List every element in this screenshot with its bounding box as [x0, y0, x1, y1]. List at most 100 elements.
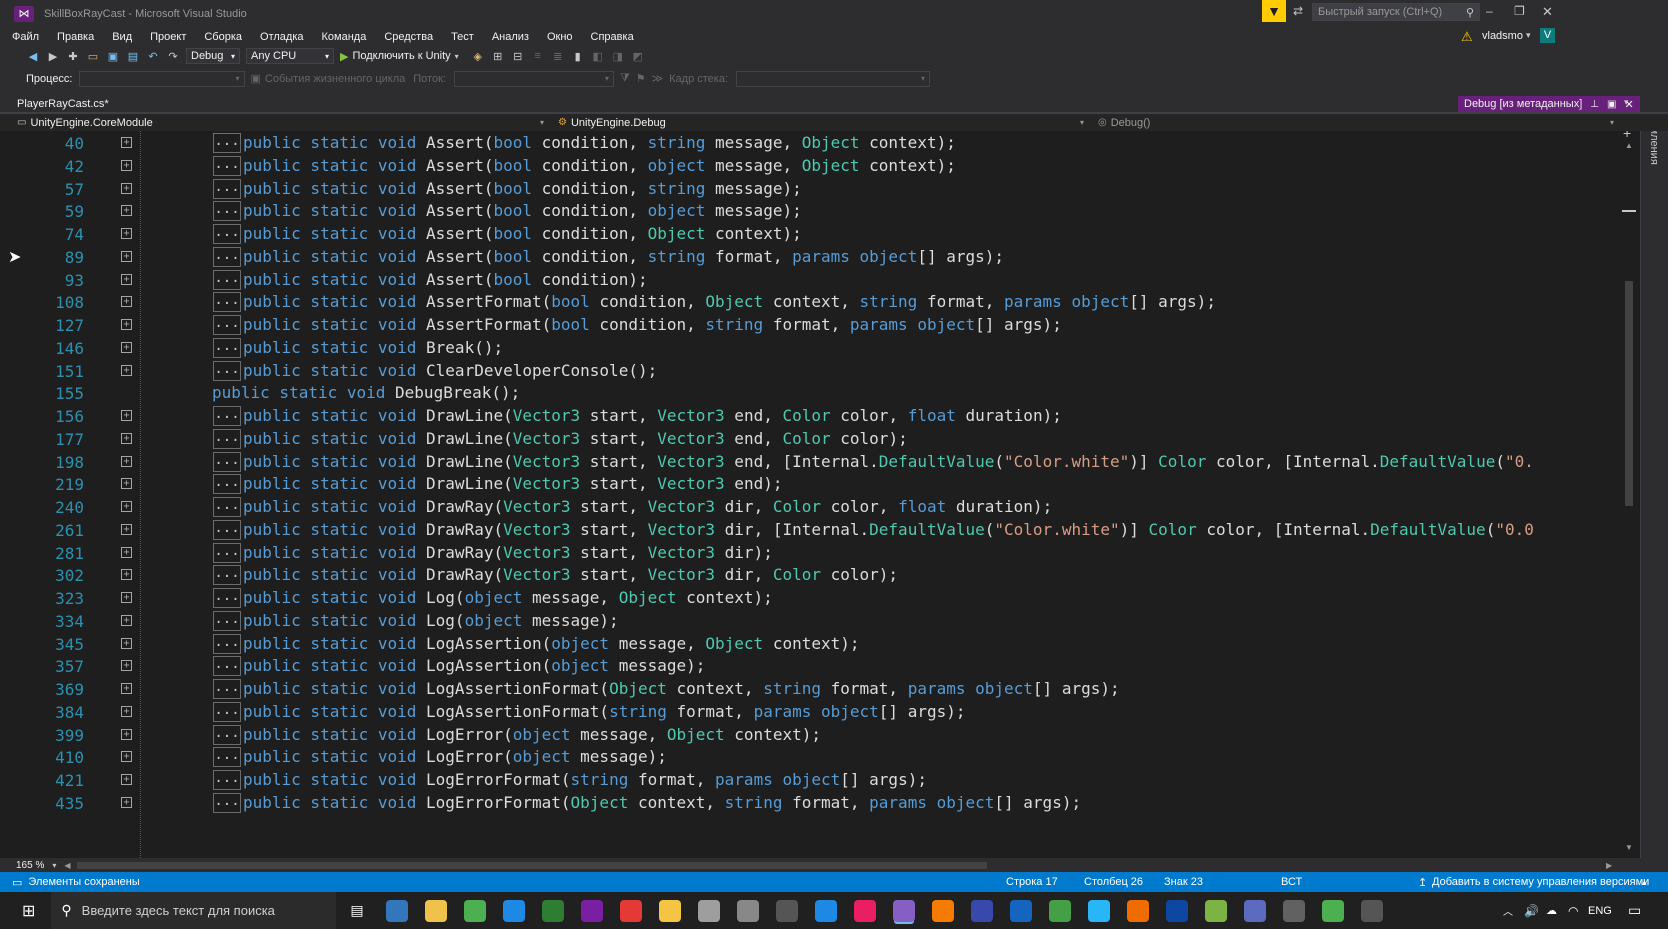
code-line[interactable]: 384 +... public static void LogAssertionFo… [0, 701, 1620, 724]
skype-icon[interactable] [815, 899, 838, 922]
chevron-down-icon[interactable]: ▾ [455, 52, 459, 61]
code-line[interactable]: 323 +... public static void Log(object mes… [0, 587, 1620, 610]
code-line[interactable]: 421 +... public static void LogErrorFormat… [0, 769, 1620, 792]
expand-icon[interactable]: + [121, 774, 132, 785]
collapsed-block-indicator[interactable]: ... [213, 747, 241, 768]
close-button[interactable]: ✕ [1542, 4, 1553, 20]
expand-icon[interactable]: + [121, 478, 132, 490]
expand-icon[interactable]: + [121, 592, 132, 603]
code-line[interactable]: 40 +... public static void Assert(bool con… [0, 132, 1620, 155]
back-icon[interactable]: ◀ [26, 48, 40, 64]
user-name[interactable]: vladsmo [1482, 30, 1523, 42]
expand-icon[interactable]: + [121, 228, 132, 239]
collapsed-block-indicator[interactable]: ... [213, 565, 241, 586]
expand-icon[interactable]: + [121, 182, 132, 194]
platform-select[interactable]: Any CPU ▾ [246, 48, 334, 64]
code-line[interactable]: 399 +... public static void LogError(objec… [0, 724, 1620, 747]
collapsed-block-indicator[interactable]: ... [213, 701, 241, 722]
code-line[interactable]: 74 +... public static void Assert(bool con… [0, 223, 1620, 246]
expand-icon[interactable]: + [121, 410, 132, 421]
menu-tools[interactable]: Средства [384, 31, 433, 43]
vertical-scrollbar[interactable]: + ▲ ▼ [1620, 131, 1638, 858]
expand-callstack-icon[interactable]: ≫ [652, 72, 664, 85]
menu-window[interactable]: Окно [547, 31, 573, 43]
expand-icon[interactable]: + [121, 637, 132, 649]
expand-icon[interactable]: + [121, 159, 132, 171]
lifecycle-events-icon[interactable]: ▣ [251, 72, 261, 85]
code-line[interactable]: 108 +... public static void AssertFormat(b… [0, 291, 1620, 314]
code-line[interactable]: 357 +... public static void LogAssertion(o… [0, 655, 1620, 678]
menu-view[interactable]: Вид [112, 31, 132, 43]
collapsed-block-indicator[interactable]: ... [213, 656, 241, 677]
maps-icon[interactable] [503, 899, 526, 922]
restore-button[interactable]: ❐ [1514, 4, 1525, 18]
save-all-icon[interactable]: ▤ [126, 48, 140, 64]
code-line[interactable]: 302 +... public static void DrawRay(Vector… [0, 564, 1620, 587]
undo-icon[interactable]: ↶ [146, 48, 160, 64]
expand-icon[interactable]: + [121, 614, 132, 626]
tab-player-raycast[interactable]: PlayerRayCast.cs* [17, 98, 109, 110]
expand-icon[interactable]: + [121, 137, 132, 148]
expand-icon[interactable]: + [121, 319, 132, 330]
code-line[interactable]: 281 +... public static void DrawRay(Vector… [0, 542, 1620, 565]
telegram-icon[interactable] [1088, 899, 1111, 922]
code-line[interactable]: 127 +... public static void AssertFormat(b… [0, 314, 1620, 337]
filter-icon[interactable]: ▼ [1262, 0, 1286, 22]
collapsed-block-indicator[interactable]: ... [213, 269, 241, 290]
collapsed-block-indicator[interactable]: ... [213, 201, 241, 222]
expand-icon[interactable]: + [121, 569, 132, 581]
notifications-panel[interactable]: Уведомления [1640, 131, 1668, 858]
collapsed-block-indicator[interactable]: ... [213, 178, 241, 199]
chrome-icon[interactable] [464, 899, 487, 922]
scroll-down-icon[interactable]: ▼ [1625, 843, 1633, 852]
save-icon[interactable]: ▣ [106, 48, 120, 64]
filter-threads-icon[interactable]: ⧩ [620, 72, 630, 85]
collapsed-block-indicator[interactable]: ... [213, 451, 241, 472]
onedrive-icon[interactable]: ☁ [1546, 904, 1557, 917]
volume-icon[interactable]: 🔊 [1524, 904, 1539, 918]
attach-unity-button[interactable]: Подключить к Unity [352, 50, 450, 62]
minimize-button[interactable]: – [1486, 4, 1493, 18]
whatsapp-icon[interactable] [1049, 899, 1072, 922]
horizontal-scrollbar-thumb[interactable] [76, 861, 987, 869]
explorer-icon[interactable] [425, 899, 448, 922]
excel-like-icon[interactable] [542, 899, 565, 922]
code-line[interactable]: 177 +... public static void DrawLine(Vecto… [0, 428, 1620, 451]
scrollbar-thumb[interactable] [1625, 281, 1633, 506]
new-project-icon[interactable]: ✚ [66, 48, 80, 64]
sublime-icon[interactable] [932, 899, 955, 922]
collapsed-block-indicator[interactable]: ... [213, 474, 241, 495]
collapsed-block-indicator[interactable]: ... [213, 610, 241, 631]
collapsed-block-indicator[interactable]: ... [213, 155, 241, 176]
lifecycle-events-label[interactable]: События жизненного цикла [265, 73, 405, 85]
code-line[interactable]: 59 +... public static void Assert(bool con… [0, 200, 1620, 223]
menu-file[interactable]: Файл [12, 31, 39, 43]
code-line[interactable]: 155 public static void DebugBreak(); [0, 382, 1620, 405]
menu-team[interactable]: Команда [322, 31, 367, 43]
expand-icon[interactable]: + [121, 705, 132, 717]
code-line[interactable]: 151 +... public static void ClearDeveloper… [0, 360, 1620, 383]
browser-link-icon[interactable]: ◈ [471, 48, 485, 64]
redo-icon[interactable]: ↷ [166, 48, 180, 64]
solution-explorer-icon[interactable]: ⊞ [491, 48, 505, 64]
expand-icon[interactable]: + [121, 546, 132, 558]
expand-icon[interactable]: + [121, 728, 132, 740]
expand-icon[interactable]: + [121, 250, 132, 262]
code-line[interactable]: 89 +... public static void Assert(bool con… [0, 246, 1620, 269]
properties-icon[interactable]: ⊟ [511, 48, 525, 64]
pin-icon[interactable]: ⊥ [1590, 99, 1599, 110]
chrome-user-icon[interactable] [1322, 899, 1345, 922]
code-line[interactable]: 369 +... public static void LogAssertionFo… [0, 678, 1620, 701]
collapsed-block-indicator[interactable]: ... [213, 542, 241, 563]
expand-icon[interactable]: + [121, 432, 132, 444]
code-line[interactable]: 345 +... public static void LogAssertion(o… [0, 633, 1620, 656]
feedback-icon[interactable]: ⇄ [1293, 4, 1303, 18]
collapsed-block-indicator[interactable]: ... [213, 224, 241, 244]
wifi-icon[interactable]: ◠ [1568, 904, 1578, 918]
collapsed-block-indicator[interactable]: ... [213, 292, 241, 313]
collapsed-block-indicator[interactable]: ... [213, 770, 241, 790]
expand-icon[interactable]: + [121, 455, 132, 467]
clear-bookmarks-icon[interactable]: ◩ [631, 48, 645, 64]
code-line[interactable]: 156 +... public static void DrawLine(Vecto… [0, 405, 1620, 428]
expand-icon[interactable]: + [121, 523, 132, 535]
